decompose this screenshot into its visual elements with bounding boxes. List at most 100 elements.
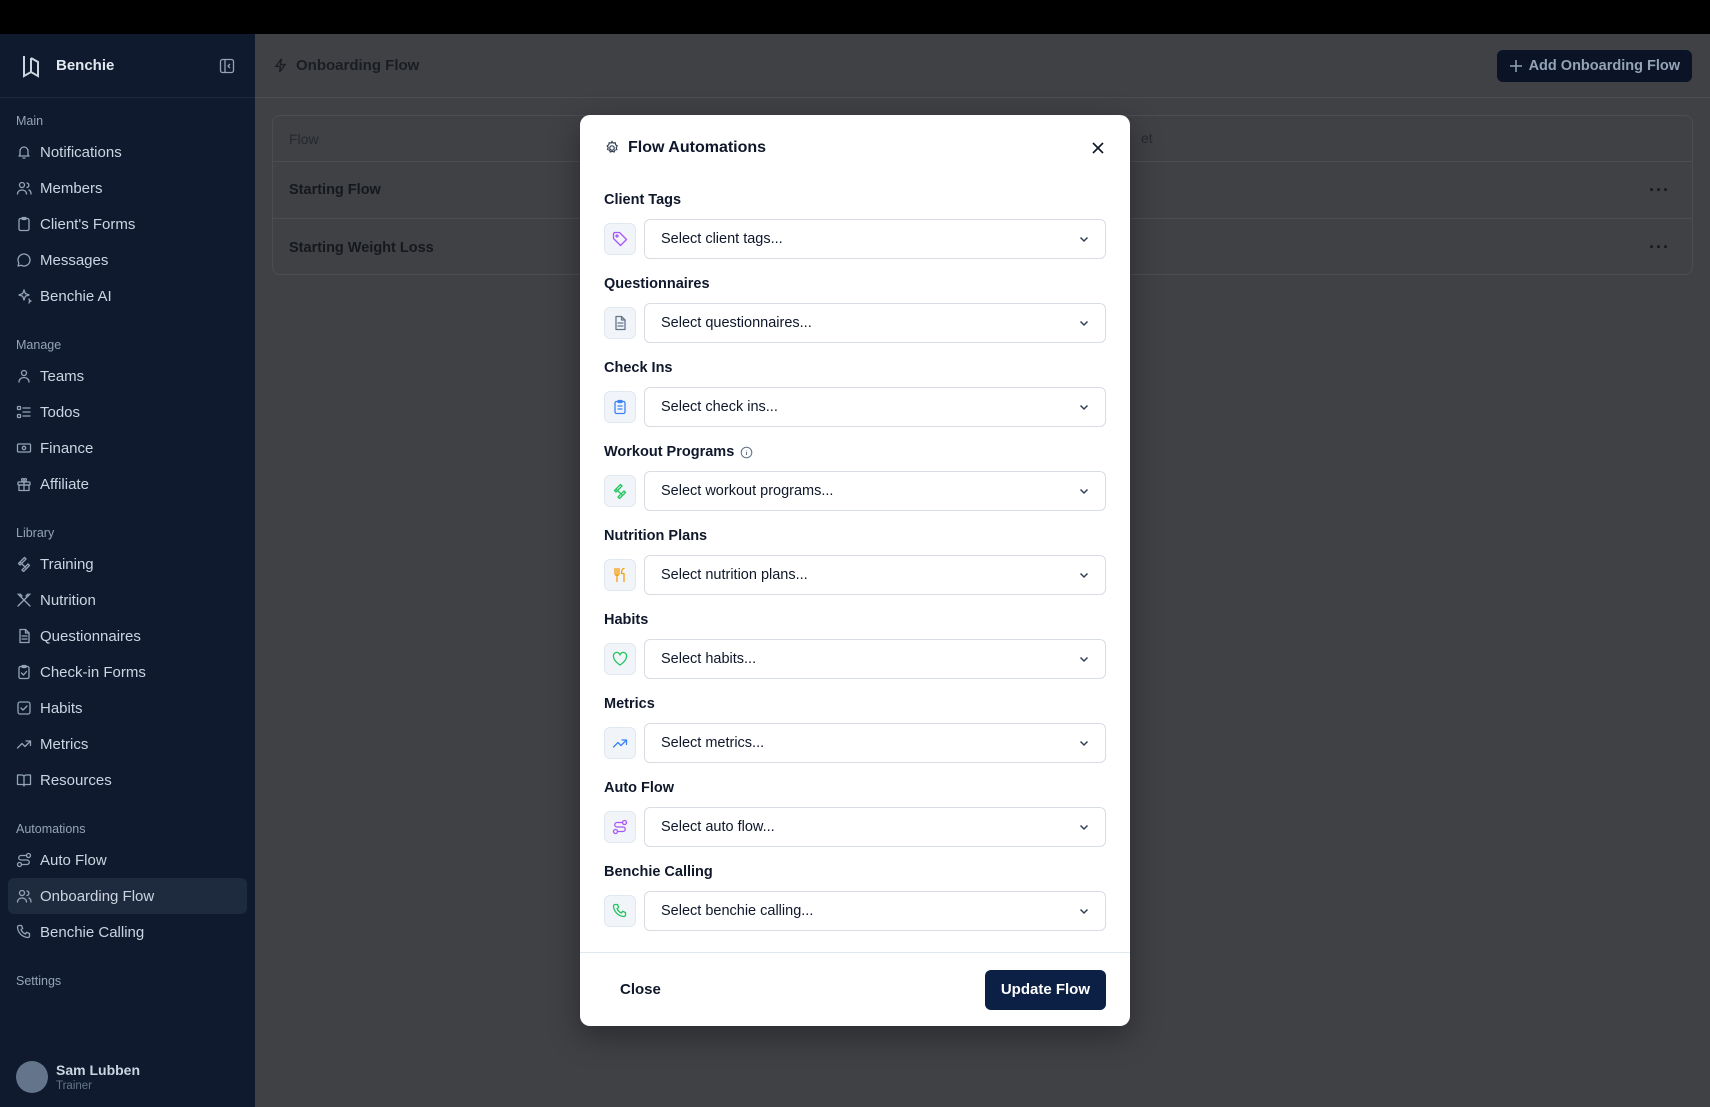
sidebar-toggle-icon[interactable] (219, 58, 235, 74)
file-text-icon (19, 628, 30, 644)
sidebar-item-members[interactable]: Members (0, 170, 247, 206)
gift-icon (17, 477, 31, 492)
user-name: Sam Lubben (56, 1062, 141, 1078)
sidebar-item-auto-flow[interactable]: Auto Flow (0, 842, 247, 878)
utensils-crossed-icon (17, 593, 31, 607)
plus-icon (1509, 59, 1522, 72)
clipboard-icon (18, 216, 30, 232)
sidebar-item-resources[interactable]: Resources (0, 762, 247, 798)
sidebar-item-finance[interactable]: Finance (0, 430, 247, 466)
sidebar-item-habits[interactable]: Habits (0, 690, 247, 726)
field-row: Select metrics... (604, 723, 1106, 763)
message-icon (17, 253, 31, 267)
chevron-down-icon (1079, 320, 1089, 327)
sidebar-item-todos[interactable]: Todos (0, 394, 247, 430)
metrics-select[interactable]: Select metrics... (644, 723, 1106, 763)
sidebar-item-onboarding-flow[interactable]: Onboarding Flow (8, 878, 247, 914)
field-row: Select check ins... (604, 387, 1106, 427)
sidebar-item-nutrition[interactable]: Nutrition (0, 582, 247, 618)
sidebar-item-label: Onboarding Flow (40, 887, 155, 905)
field-label: Metrics (604, 694, 1106, 714)
field-icon-box (604, 727, 636, 759)
field-client-tags: Client Tags Select client tags... (604, 181, 1106, 265)
trending-up-icon (612, 739, 628, 748)
field-row: Select auto flow... (604, 807, 1106, 847)
sidebar-item-questionnaires[interactable]: Questionnaires (0, 618, 247, 654)
sidebar-item-training[interactable]: Training (0, 546, 247, 582)
field-label: Nutrition Plans (604, 526, 1106, 546)
zap-icon (274, 58, 287, 73)
chevron-down-icon (1079, 572, 1089, 579)
field-icon-box (604, 895, 636, 927)
utensils-icon (614, 567, 625, 583)
check-ins-select[interactable]: Select check ins... (644, 387, 1106, 427)
workout-programs-select[interactable]: Select workout programs... (644, 471, 1106, 511)
team-icon (18, 369, 30, 383)
route-icon (612, 819, 628, 835)
flow-automations-dialog: Flow Automations Client Tags Select clien… (580, 115, 1130, 1026)
dialog-fields: Client Tags Select client tags... Question… (580, 181, 1130, 937)
field-questionnaires: Questionnaires Select questionnaires... (604, 265, 1106, 349)
field-icon-box (604, 223, 636, 255)
field-icon-box (604, 643, 636, 675)
sidebar-item-client-s-forms[interactable]: Client's Forms (0, 206, 247, 242)
field-label-text: Check Ins (604, 360, 673, 376)
chevron-down-icon (1079, 824, 1089, 831)
book-open-icon (16, 774, 32, 787)
sidebar-item-benchie-ai[interactable]: Benchie AI (0, 278, 247, 314)
questionnaires-select[interactable]: Select questionnaires... (644, 303, 1106, 343)
field-row: Select workout programs... (604, 471, 1106, 511)
client-tags-select[interactable]: Select client tags... (644, 219, 1106, 259)
sidebar-item-benchie-calling[interactable]: Benchie Calling (0, 914, 247, 950)
sidebar-item-affiliate[interactable]: Affiliate (0, 466, 247, 502)
nutrition-plans-select[interactable]: Select nutrition plans... (644, 555, 1106, 595)
update-flow-button[interactable]: Update Flow (984, 969, 1106, 1010)
field-icon-box (604, 811, 636, 843)
benchie-logo-icon (23, 55, 39, 78)
auto-flow-select[interactable]: Select auto flow... (644, 807, 1106, 847)
sidebar-header: Benchie (0, 34, 255, 98)
sidebar-item-metrics[interactable]: Metrics (0, 726, 247, 762)
trending-up-icon (16, 740, 32, 749)
dialog-title: Flow Automations (628, 139, 767, 156)
field-workout-programs: Workout Programs Select workout programs.… (604, 433, 1106, 517)
chevron-down-icon (1079, 404, 1089, 411)
field-label-text: Workout Programs (604, 444, 735, 460)
sidebar-item-teams[interactable]: Teams (0, 358, 247, 394)
select-placeholder: Select habits... (661, 651, 757, 667)
gear-icon (606, 140, 618, 153)
info-icon[interactable] (740, 446, 753, 459)
more-options-icon[interactable]: ··· (1649, 237, 1670, 258)
dumbbell-icon (613, 483, 627, 499)
user-profile[interactable]: Sam Lubben Trainer (16, 1061, 140, 1093)
sidebar-item-label: Training (40, 555, 94, 573)
field-label: Check Ins (604, 358, 1106, 378)
tag-icon (612, 231, 628, 247)
add-onboarding-flow-button[interactable]: Add Onboarding Flow (1496, 49, 1692, 82)
field-metrics: Metrics Select metrics... (604, 685, 1106, 769)
sidebar-item-messages[interactable]: Messages (0, 242, 247, 278)
benchie-calling-select[interactable]: Select benchie calling... (644, 891, 1106, 931)
sidebar-item-notifications[interactable]: Notifications (0, 134, 247, 170)
field-label: Habits (604, 610, 1106, 630)
clipboard-list-icon (614, 399, 626, 415)
sidebar-item-label: Auto Flow (40, 851, 107, 869)
heart-icon (612, 651, 628, 666)
field-row: Select benchie calling... (604, 891, 1106, 931)
close-button[interactable]: Close (620, 981, 661, 998)
close-icon[interactable] (1090, 140, 1106, 156)
sidebar-item-label: Affiliate (40, 475, 89, 493)
dumbbell-icon (17, 556, 31, 572)
field-icon-box (604, 391, 636, 423)
sidebar-item-check-in-forms[interactable]: Check-in Forms (0, 654, 247, 690)
field-label-text: Auto Flow (604, 780, 675, 796)
field-label-text: Metrics (604, 696, 655, 712)
select-placeholder: Select nutrition plans... (661, 567, 808, 583)
sidebar-section-automations: Automations (16, 822, 86, 836)
banknote-icon (16, 443, 32, 453)
field-label: Workout Programs (604, 442, 1106, 462)
sidebar-item-label: Notifications (40, 143, 122, 161)
habits-select[interactable]: Select habits... (644, 639, 1106, 679)
phone-icon (16, 924, 31, 939)
more-options-icon[interactable]: ··· (1649, 180, 1670, 201)
